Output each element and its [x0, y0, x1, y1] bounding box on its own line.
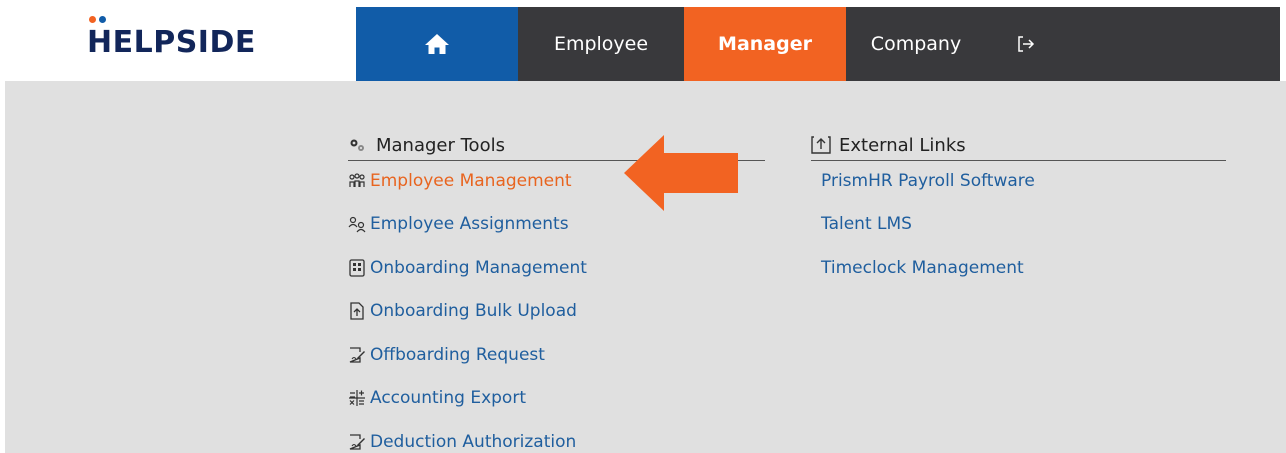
link-prismhr-payroll[interactable]: PrismHR Payroll Software	[821, 170, 1035, 192]
link-label: Accounting Export	[370, 388, 526, 408]
link-label: Timeclock Management	[821, 258, 1024, 278]
link-timeclock-management[interactable]: Timeclock Management	[821, 257, 1024, 279]
calculator-icon	[349, 390, 365, 406]
logo-dots	[87, 16, 117, 24]
link-label: Employee Management	[370, 171, 572, 191]
nav-tab-label: Employee	[553, 33, 649, 55]
nav-tab-label: Company	[870, 33, 962, 55]
section-title: Manager Tools	[376, 134, 505, 156]
logout-button[interactable]	[986, 7, 1066, 81]
user-assign-icon	[348, 216, 366, 233]
section-heading-external-links: External Links	[811, 133, 966, 157]
file-upload-icon	[350, 302, 364, 320]
nav-tab-employee[interactable]: Employee	[518, 7, 684, 81]
logout-icon	[1018, 36, 1035, 52]
link-label: Offboarding Request	[370, 345, 545, 365]
link-accounting-export[interactable]: Accounting Export	[348, 387, 526, 409]
section-heading-manager-tools: Manager Tools	[348, 133, 505, 157]
id-card-icon	[349, 259, 365, 277]
section-divider	[811, 160, 1226, 161]
upload-box-icon	[811, 136, 831, 154]
signature-icon	[349, 434, 365, 450]
link-employee-assignments[interactable]: Employee Assignments	[348, 213, 569, 235]
home-icon	[425, 34, 449, 54]
link-label: Deduction Authorization	[370, 432, 577, 452]
signature-icon	[349, 347, 365, 363]
link-label: Onboarding Bulk Upload	[370, 301, 577, 321]
section-title: External Links	[839, 134, 966, 156]
nav-tab-label: Manager	[718, 33, 812, 55]
link-label: Onboarding Management	[370, 258, 587, 278]
link-label: PrismHR Payroll Software	[821, 171, 1035, 191]
top-nav: Employee Manager Company	[356, 7, 1280, 81]
link-onboarding-management[interactable]: Onboarding Management	[348, 257, 587, 279]
link-talent-lms[interactable]: Talent LMS	[821, 213, 912, 235]
nav-tab-company[interactable]: Company	[846, 7, 986, 81]
brand-name: HELPSIDE	[87, 25, 256, 60]
link-label: Employee Assignments	[370, 214, 569, 234]
link-offboarding-request[interactable]: Offboarding Request	[348, 344, 545, 366]
link-label: Talent LMS	[821, 214, 912, 234]
link-onboarding-bulk-upload[interactable]: Onboarding Bulk Upload	[348, 300, 577, 322]
brand-logo[interactable]: HELPSIDE	[87, 16, 256, 60]
gears-icon	[350, 139, 364, 151]
nav-home-button[interactable]	[356, 7, 518, 81]
link-deduction-authorization[interactable]: Deduction Authorization	[348, 431, 576, 453]
annotation-arrow	[624, 135, 738, 211]
link-employee-management[interactable]: Employee Management	[348, 170, 572, 192]
nav-tab-manager[interactable]: Manager	[684, 7, 846, 81]
people-group-icon	[349, 173, 365, 187]
